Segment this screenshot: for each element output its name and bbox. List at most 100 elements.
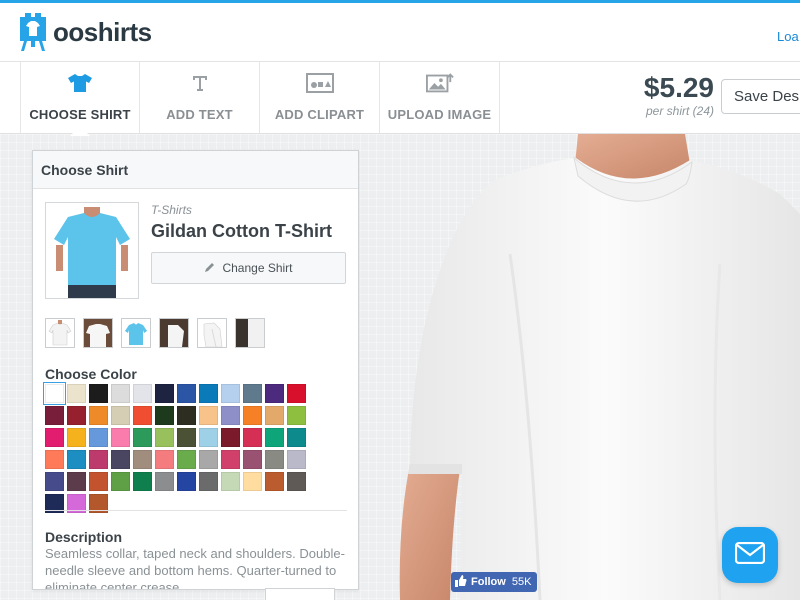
color-swatch[interactable]	[221, 384, 240, 403]
follow-label: Follow	[471, 576, 506, 588]
color-swatch[interactable]	[67, 472, 86, 491]
upload-image-tab[interactable]: UPLOAD IMAGE	[380, 62, 500, 134]
color-swatch[interactable]	[111, 384, 130, 403]
color-swatch[interactable]	[111, 472, 130, 491]
view-thumbnail-left[interactable]	[159, 318, 189, 348]
color-swatch[interactable]	[177, 406, 196, 425]
color-swatch[interactable]	[177, 384, 196, 403]
tab-label: CHOOSE SHIRT	[29, 107, 131, 122]
color-swatch[interactable]	[177, 450, 196, 469]
color-swatch[interactable]	[287, 384, 306, 403]
color-swatch[interactable]	[243, 472, 262, 491]
color-swatch[interactable]	[43, 382, 66, 405]
change-shirt-button[interactable]: Change Shirt	[151, 252, 346, 284]
price-amount: $5.29	[643, 72, 714, 103]
color-swatch[interactable]	[67, 450, 86, 469]
color-swatch[interactable]	[221, 450, 240, 469]
view-thumbnail-sleeve[interactable]	[235, 318, 265, 348]
description-text: Seamless collar, taped neck and shoulder…	[45, 546, 345, 590]
color-swatch[interactable]	[89, 472, 108, 491]
color-swatch[interactable]	[111, 428, 130, 447]
choose-color-title: Choose Color	[45, 366, 137, 382]
tab-label: ADD TEXT	[166, 107, 233, 122]
follow-count: 55K	[511, 576, 532, 588]
color-swatch[interactable]	[89, 450, 108, 469]
color-swatch[interactable]	[45, 472, 64, 491]
color-swatch[interactable]	[155, 428, 174, 447]
color-swatch[interactable]	[199, 428, 218, 447]
facebook-follow-button[interactable]: Follow 55K	[451, 572, 538, 592]
color-swatch[interactable]	[287, 472, 306, 491]
color-swatch[interactable]	[133, 406, 152, 425]
thumbs-up-icon	[455, 574, 467, 590]
color-swatch[interactable]	[199, 472, 218, 491]
add-clipart-tab[interactable]: ADD CLIPART	[260, 62, 380, 134]
color-swatch[interactable]	[133, 472, 152, 491]
color-swatch[interactable]	[45, 450, 64, 469]
choose-shirt-tab[interactable]: CHOOSE SHIRT	[20, 62, 140, 134]
color-swatch[interactable]	[177, 472, 196, 491]
color-swatch[interactable]	[67, 428, 86, 447]
easel-shirt-icon	[19, 13, 47, 51]
add-text-tab[interactable]: ADD TEXT	[140, 62, 260, 134]
tab-label: ADD CLIPART	[274, 107, 365, 122]
tab-label: UPLOAD IMAGE	[387, 107, 492, 122]
color-swatch[interactable]	[265, 384, 284, 403]
color-swatch[interactable]	[67, 406, 86, 425]
color-swatch[interactable]	[287, 406, 306, 425]
color-swatch[interactable]	[111, 450, 130, 469]
description-title: Description	[45, 529, 123, 545]
pencil-icon	[204, 261, 216, 276]
color-swatch[interactable]	[155, 406, 174, 425]
color-swatch[interactable]	[243, 450, 262, 469]
color-swatch[interactable]	[67, 384, 86, 403]
color-swatch[interactable]	[221, 406, 240, 425]
color-swatch[interactable]	[243, 384, 262, 403]
color-swatch[interactable]	[265, 472, 284, 491]
color-swatch[interactable]	[265, 428, 284, 447]
color-swatch[interactable]	[133, 428, 152, 447]
color-swatch[interactable]	[155, 450, 174, 469]
price-per-shirt: per shirt (24)	[645, 104, 714, 118]
color-swatch[interactable]	[177, 428, 196, 447]
color-swatch[interactable]	[89, 384, 108, 403]
color-swatch[interactable]	[243, 428, 262, 447]
price-display: $5.29 per shirt (24)	[622, 72, 714, 118]
load-link[interactable]: Loa	[777, 29, 799, 44]
color-swatch[interactable]	[221, 472, 240, 491]
color-swatch[interactable]	[243, 406, 262, 425]
color-swatch[interactable]	[133, 450, 152, 469]
text-icon	[186, 72, 214, 94]
change-shirt-label: Change Shirt	[222, 261, 293, 275]
color-swatch-grid	[43, 382, 335, 513]
view-thumbnail-front[interactable]	[45, 318, 75, 348]
color-swatch[interactable]	[265, 406, 284, 425]
clipart-icon	[305, 72, 334, 94]
panel-bottom-tab[interactable]	[265, 588, 335, 600]
color-swatch[interactable]	[287, 450, 306, 469]
color-swatch[interactable]	[45, 406, 64, 425]
color-swatch[interactable]	[155, 384, 174, 403]
upload-image-icon	[425, 72, 454, 94]
view-thumbnail-color[interactable]	[121, 318, 151, 348]
color-swatch[interactable]	[45, 428, 64, 447]
view-thumbnail-back[interactable]	[83, 318, 113, 348]
contact-mail-button[interactable]	[722, 527, 778, 583]
color-swatch[interactable]	[221, 428, 240, 447]
site-header: ooshirts Loa	[0, 3, 800, 62]
design-toolbar: CHOOSE SHIRT ADD TEXT ADD CLIPART UPLOAD…	[0, 62, 800, 134]
color-swatch[interactable]	[199, 384, 218, 403]
color-swatch[interactable]	[265, 450, 284, 469]
color-swatch[interactable]	[199, 450, 218, 469]
color-swatch[interactable]	[287, 428, 306, 447]
color-swatch[interactable]	[155, 472, 174, 491]
color-swatch[interactable]	[133, 384, 152, 403]
logo[interactable]: ooshirts	[19, 13, 152, 51]
color-swatch[interactable]	[89, 406, 108, 425]
color-swatch[interactable]	[111, 406, 130, 425]
view-thumbnail-right[interactable]	[197, 318, 227, 348]
color-swatch[interactable]	[89, 428, 108, 447]
color-swatch[interactable]	[199, 406, 218, 425]
save-design-button[interactable]: Save Des	[721, 79, 800, 114]
panel-divider	[45, 510, 347, 511]
